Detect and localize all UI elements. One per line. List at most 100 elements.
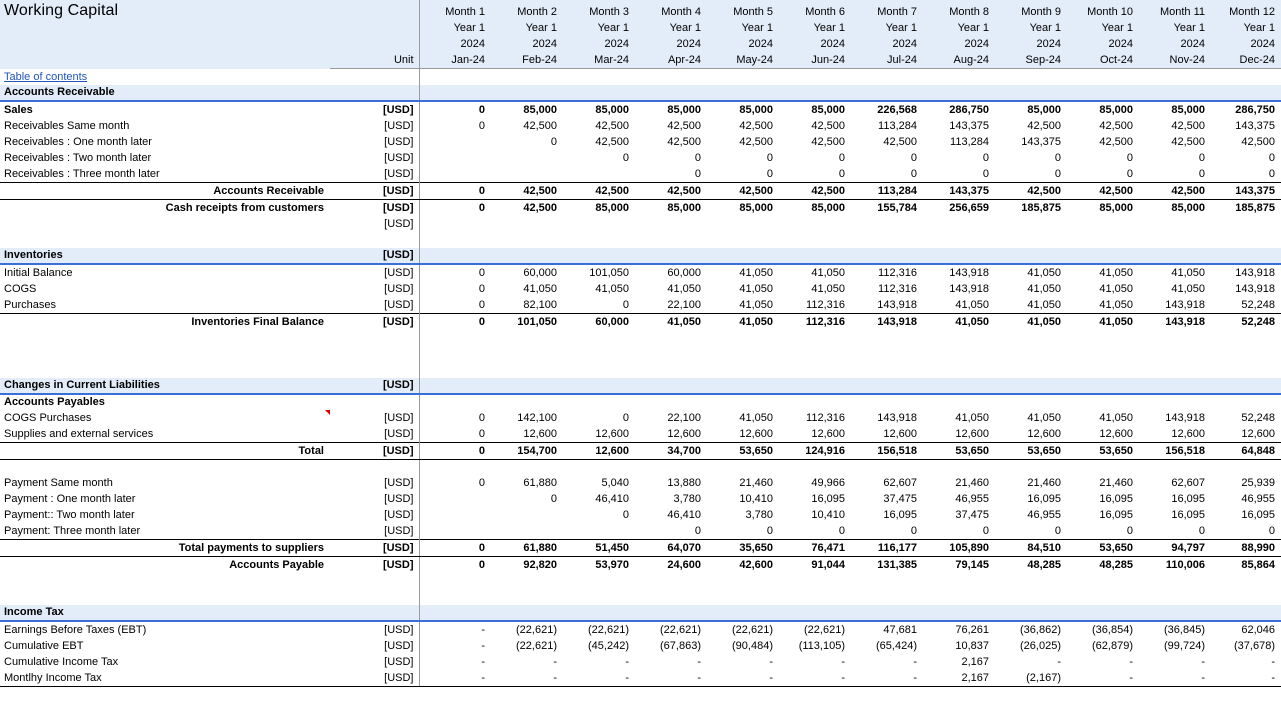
row-value-ap-9-3[interactable]: 24,600: [635, 557, 707, 574]
table-row[interactable]: Receivables : One month later[USD]042,50…: [0, 134, 1281, 150]
row-value-it-3-9[interactable]: -: [1067, 670, 1139, 687]
row-value-it-2-2[interactable]: -: [563, 654, 635, 670]
row-value-ap-7-8[interactable]: 0: [995, 523, 1067, 540]
row-value-ap-2-2[interactable]: 12,600: [563, 442, 635, 459]
row-value-ar-2-11[interactable]: 42,500: [1211, 134, 1281, 150]
row-value-ap-5-0[interactable]: [419, 491, 491, 507]
row-value-it-3-10[interactable]: -: [1139, 670, 1211, 687]
row-value-inv-3-7[interactable]: 41,050: [923, 313, 995, 330]
row-value-inv-1-11[interactable]: 143,918: [1211, 281, 1281, 297]
row-value-it-1-3[interactable]: (67,863): [635, 638, 707, 654]
row-value-ap-7-2[interactable]: [563, 523, 635, 540]
row-value-ap-8-5[interactable]: 76,471: [779, 540, 851, 557]
table-row[interactable]: Supplies and external services[USD]012,6…: [0, 426, 1281, 443]
row-value-ar-3-6[interactable]: 0: [851, 150, 923, 166]
row-value-inv-3-3[interactable]: 41,050: [635, 313, 707, 330]
row-value-it-0-6[interactable]: 47,681: [851, 621, 923, 638]
row-value-ar-5-8[interactable]: 42,500: [995, 182, 1067, 199]
row-value-ap-6-2[interactable]: 0: [563, 507, 635, 523]
row-value-it-0-5[interactable]: (22,621): [779, 621, 851, 638]
row-value-ap-4-5[interactable]: 49,966: [779, 475, 851, 491]
row-value-it-1-2[interactable]: (45,242): [563, 638, 635, 654]
row-value-ap-0-5[interactable]: 112,316: [779, 410, 851, 426]
table-row[interactable]: COGS Purchases[USD]0142,100022,10041,050…: [0, 410, 1281, 426]
row-value-it-0-3[interactable]: (22,621): [635, 621, 707, 638]
row-value-ap-9-0[interactable]: 0: [419, 557, 491, 574]
row-value-ap-9-9[interactable]: 48,285: [1067, 557, 1139, 574]
row-value-ap-6-8[interactable]: 46,955: [995, 507, 1067, 523]
row-value-ar-4-1[interactable]: [491, 166, 563, 183]
row-value-ap-6-7[interactable]: 37,475: [923, 507, 995, 523]
row-value-ap-4-6[interactable]: 62,607: [851, 475, 923, 491]
row-value-inv-2-4[interactable]: 41,050: [707, 297, 779, 314]
row-value-ap-9-6[interactable]: 131,385: [851, 557, 923, 574]
row-value-it-1-4[interactable]: (90,484): [707, 638, 779, 654]
row-value-ap-4-4[interactable]: 21,460: [707, 475, 779, 491]
row-value-inv-2-2[interactable]: 0: [563, 297, 635, 314]
row-value-ar-7-7[interactable]: [923, 216, 995, 232]
row-value-ap-5-9[interactable]: 16,095: [1067, 491, 1139, 507]
row-value-ap-2-9[interactable]: 53,650: [1067, 442, 1139, 459]
row-value-inv-0-6[interactable]: 112,316: [851, 264, 923, 281]
row-value-it-0-7[interactable]: 76,261: [923, 621, 995, 638]
row-value-ar-0-11[interactable]: 286,750: [1211, 101, 1281, 118]
row-value-ap-5-2[interactable]: 46,410: [563, 491, 635, 507]
row-value-ap-2-4[interactable]: 53,650: [707, 442, 779, 459]
row-value-it-0-4[interactable]: (22,621): [707, 621, 779, 638]
table-row[interactable]: Sales[USD]085,00085,00085,00085,00085,00…: [0, 101, 1281, 118]
row-value-ap-0-10[interactable]: 143,918: [1139, 410, 1211, 426]
row-value-ar-7-4[interactable]: [707, 216, 779, 232]
row-value-ap-2-5[interactable]: 124,916: [779, 442, 851, 459]
table-of-contents-link[interactable]: Table of contents: [4, 71, 87, 83]
row-value-it-2-3[interactable]: -: [635, 654, 707, 670]
row-value-it-1-0[interactable]: -: [419, 638, 491, 654]
row-value-ar-1-3[interactable]: 42,500: [635, 118, 707, 134]
row-value-ar-0-2[interactable]: 85,000: [563, 101, 635, 118]
row-value-ap-9-5[interactable]: 91,044: [779, 557, 851, 574]
row-value-ar-7-11[interactable]: [1211, 216, 1281, 232]
row-value-ap-1-5[interactable]: 12,600: [779, 426, 851, 443]
row-value-ar-5-7[interactable]: 143,375: [923, 182, 995, 199]
table-row[interactable]: Cumulative Income Tax[USD]-------2,167--…: [0, 654, 1281, 670]
row-value-it-0-8[interactable]: (36,862): [995, 621, 1067, 638]
row-value-ap-2-3[interactable]: 34,700: [635, 442, 707, 459]
table-row[interactable]: Total[USD]0154,70012,60034,70053,650124,…: [0, 442, 1281, 459]
row-value-ap-6-3[interactable]: 46,410: [635, 507, 707, 523]
row-value-ap-0-6[interactable]: 143,918: [851, 410, 923, 426]
row-value-inv-1-6[interactable]: 112,316: [851, 281, 923, 297]
row-value-ap-2-11[interactable]: 64,848: [1211, 442, 1281, 459]
row-value-ap-1-0[interactable]: 0: [419, 426, 491, 443]
table-row[interactable]: Montlhy Income Tax[USD]-------2,167(2,16…: [0, 670, 1281, 687]
row-value-ap-0-1[interactable]: 142,100: [491, 410, 563, 426]
row-value-inv-2-6[interactable]: 143,918: [851, 297, 923, 314]
table-row[interactable]: COGS[USD]041,05041,05041,05041,05041,050…: [0, 281, 1281, 297]
row-value-inv-2-9[interactable]: 41,050: [1067, 297, 1139, 314]
row-value-ap-2-6[interactable]: 156,518: [851, 442, 923, 459]
row-value-ap-6-9[interactable]: 16,095: [1067, 507, 1139, 523]
row-value-ap-7-5[interactable]: 0: [779, 523, 851, 540]
row-value-inv-0-1[interactable]: 60,000: [491, 264, 563, 281]
table-row[interactable]: Total payments to suppliers[USD]061,8805…: [0, 540, 1281, 557]
row-value-ar-1-11[interactable]: 143,375: [1211, 118, 1281, 134]
row-value-ar-0-3[interactable]: 85,000: [635, 101, 707, 118]
row-value-ar-5-11[interactable]: 143,375: [1211, 182, 1281, 199]
row-value-it-0-10[interactable]: (36,845): [1139, 621, 1211, 638]
row-value-ar-7-2[interactable]: [563, 216, 635, 232]
row-value-it-3-4[interactable]: -: [707, 670, 779, 687]
row-value-inv-2-8[interactable]: 41,050: [995, 297, 1067, 314]
row-value-it-2-6[interactable]: -: [851, 654, 923, 670]
row-value-inv-3-1[interactable]: 101,050: [491, 313, 563, 330]
row-value-it-0-9[interactable]: (36,854): [1067, 621, 1139, 638]
row-value-ar-1-10[interactable]: 42,500: [1139, 118, 1211, 134]
row-value-ar-7-5[interactable]: [779, 216, 851, 232]
row-value-ap-7-11[interactable]: 0: [1211, 523, 1281, 540]
row-value-ap-5-5[interactable]: 16,095: [779, 491, 851, 507]
row-value-ap-9-7[interactable]: 79,145: [923, 557, 995, 574]
row-value-ap-9-1[interactable]: 92,820: [491, 557, 563, 574]
row-value-ar-4-3[interactable]: 0: [635, 166, 707, 183]
row-value-ar-4-10[interactable]: 0: [1139, 166, 1211, 183]
table-row[interactable]: [USD]: [0, 216, 1281, 232]
row-value-inv-1-3[interactable]: 41,050: [635, 281, 707, 297]
row-value-ar-4-6[interactable]: 0: [851, 166, 923, 183]
row-value-inv-1-0[interactable]: 0: [419, 281, 491, 297]
